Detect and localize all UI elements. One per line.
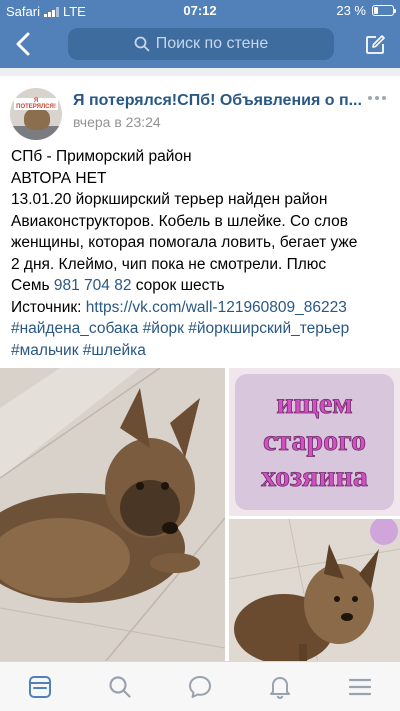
tab-bar	[0, 661, 400, 711]
news-icon[interactable]	[27, 674, 53, 700]
hashtags-line[interactable]: #найдена_собака #йорк #йоркширский_терье…	[11, 318, 395, 340]
dog-photo-image	[229, 519, 400, 668]
post-text-line: СПб - Приморский район	[11, 148, 192, 165]
wall-post: Я ПОТЕРЯЛСЯ! Я потерялся!СПб! Объявления…	[0, 76, 400, 668]
promo-image: ищем старого хозяина	[229, 368, 400, 516]
post-photo-dog-standing[interactable]	[229, 519, 400, 668]
dog-photo-image	[0, 368, 225, 668]
more-options-icon[interactable]	[368, 96, 388, 104]
search-placeholder: Поиск по стене	[155, 35, 269, 52]
search-input[interactable]: Поиск по стене	[68, 28, 334, 60]
search-icon	[134, 36, 150, 52]
status-bar: Safari LTE 07:12 23 %	[0, 0, 400, 22]
post-text-line: 13.01.20 йоркширский терьер найден район	[11, 191, 328, 208]
hashtags-line[interactable]: #мальчик #шлейка	[11, 340, 395, 362]
battery-fill	[374, 7, 378, 14]
battery-percent: 23 %	[336, 3, 366, 18]
post-text-line: Авиаконструкторов. Кобель в шлейке. Со с…	[11, 212, 348, 230]
messages-icon[interactable]	[187, 674, 213, 700]
post-photo-dog-lying[interactable]	[0, 368, 225, 668]
promo-text-2: старого	[263, 424, 366, 457]
post-text-line: Источник: https://vk.com/wall-121960809_…	[11, 298, 347, 316]
post-text: СПб - Приморский район АВТОРА НЕТ 13.01.…	[11, 146, 395, 361]
post-text-line: АВТОРА НЕТ	[11, 169, 107, 187]
battery-icon	[372, 5, 396, 16]
post-text-line: Семь 981 704 82 сорок шесть	[11, 277, 225, 294]
chevron-left-icon[interactable]	[10, 30, 38, 58]
phone-link[interactable]: 981 704 82	[54, 277, 132, 294]
source-link[interactable]: https://vk.com/wall-121960809_86223	[86, 299, 347, 316]
promo-text-3: хозяина	[261, 460, 368, 493]
group-avatar[interactable]: Я ПОТЕРЯЛСЯ!	[10, 88, 62, 140]
navigation-bar: Поиск по стене	[0, 22, 400, 68]
group-name-link[interactable]: Я потерялся!СПб! Объявления о п...	[73, 92, 363, 110]
compose-icon[interactable]	[364, 34, 386, 56]
post-photo-promo[interactable]: ищем старого хозяина	[229, 368, 400, 516]
avatar-label: Я ПОТЕРЯЛСЯ!	[14, 98, 58, 110]
search-icon[interactable]	[107, 674, 133, 700]
post-text-line: женщины, которая помогала ловить, бегает…	[11, 234, 358, 251]
post-text-line: 2 дня. Клеймо, чип пока не смотрели. Плю…	[11, 255, 327, 273]
menu-icon[interactable]	[347, 674, 373, 700]
notifications-icon[interactable]	[267, 674, 293, 700]
status-right: 23 %	[336, 3, 396, 18]
promo-text-1: ищем	[276, 387, 352, 420]
post-timestamp[interactable]: вчера в 23:24	[73, 114, 161, 130]
